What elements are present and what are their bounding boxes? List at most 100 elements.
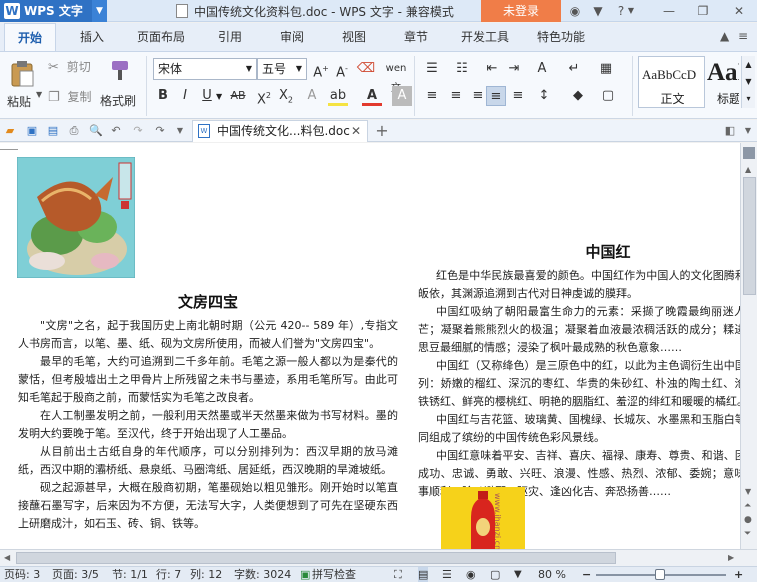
align-right-icon[interactable]: ≡ xyxy=(468,86,488,106)
view-web-icon[interactable]: ◉ xyxy=(466,567,476,582)
sort-icon[interactable]: A xyxy=(532,59,552,79)
vertical-scroll-thumb[interactable] xyxy=(743,177,756,295)
italic-icon[interactable]: I xyxy=(175,86,195,106)
skin-icon[interactable]: ◉ xyxy=(566,2,584,20)
scroll-right-icon[interactable]: ▶ xyxy=(728,553,734,562)
panel-toggle-icon[interactable]: ◧ xyxy=(722,123,738,139)
scroll-left-icon[interactable]: ◀ xyxy=(4,553,10,562)
new-tab-icon[interactable]: + xyxy=(374,123,390,139)
tab-features[interactable]: 特色功能 xyxy=(528,23,594,51)
zoom-dropdown-icon[interactable]: ▼ xyxy=(514,567,522,582)
chevron-down-icon[interactable]: ▼ xyxy=(172,123,188,139)
tab-references[interactable]: 引用 xyxy=(208,23,252,51)
char-shading-icon[interactable]: A xyxy=(392,86,412,106)
document-tab[interactable]: W 中国传统文化...料包.doc ✕ xyxy=(192,120,368,142)
chevron-down-icon[interactable]: ▼ xyxy=(626,2,636,20)
chevron-down-icon[interactable]: ▼ xyxy=(216,92,222,101)
view-full-icon[interactable]: ⛶ xyxy=(394,567,402,582)
tab-home[interactable]: 开始 xyxy=(4,23,56,51)
horizontal-scrollbar[interactable]: ◀ ▶ xyxy=(0,549,757,566)
highlight-icon[interactable]: ab xyxy=(328,86,348,106)
zoom-out-icon[interactable]: − xyxy=(582,567,591,582)
ribbon-collapse-icon[interactable]: ▲ xyxy=(720,29,729,43)
new-icon[interactable]: ▤ xyxy=(45,123,61,139)
align-left-icon[interactable]: ≡ xyxy=(422,86,442,106)
justify-icon[interactable]: ≡ xyxy=(486,86,506,106)
restore-icon[interactable]: ❐ xyxy=(694,2,712,20)
login-button[interactable]: 未登录 xyxy=(481,0,561,22)
prev-page-icon[interactable]: ⏶ xyxy=(744,501,751,511)
font-size-value: 五号 xyxy=(262,62,287,76)
close-icon[interactable]: ✕ xyxy=(730,2,748,20)
redo-dropdown-icon[interactable]: ↷ xyxy=(152,123,168,139)
spellcheck-label[interactable]: 拼写检查 xyxy=(312,567,356,582)
vertical-scrollbar[interactable]: ▲ ▼ ⏶ ● ⏷ xyxy=(740,143,757,549)
borders-icon[interactable]: ▢ xyxy=(598,86,618,106)
shirt-icon[interactable]: ▼ xyxy=(589,2,607,20)
document-page[interactable]: 文房四宝 "文房"之名，起于我国历史上南北朝时期（公元 420-- 589 年）… xyxy=(0,143,740,549)
select-browse-icon[interactable]: ● xyxy=(744,515,752,525)
style-heading1-label: 标题 1 xyxy=(717,92,740,106)
text-effect-icon[interactable]: A xyxy=(302,86,322,106)
undo-icon[interactable]: ↶ xyxy=(108,123,124,139)
spellcheck-icon[interactable]: ▣ xyxy=(300,567,310,582)
decrease-indent-icon[interactable]: ⇤ xyxy=(482,59,502,79)
view-page-icon[interactable]: ▤ xyxy=(418,567,429,582)
tab-section[interactable]: 章节 xyxy=(394,23,438,51)
zoom-in-icon[interactable]: + xyxy=(734,567,743,582)
increase-indent-icon[interactable]: ⇥ xyxy=(504,59,524,79)
distributed-icon[interactable]: ≡ xyxy=(508,86,528,106)
shrink-font-icon[interactable]: A- xyxy=(332,59,352,80)
cut-button[interactable]: ✂ 剪切 xyxy=(48,58,98,78)
phonetic-guide-icon[interactable]: wen 文 xyxy=(382,59,410,94)
scroll-up-icon[interactable]: ▲ xyxy=(745,165,751,174)
font-color-icon[interactable]: A xyxy=(362,86,382,106)
open-icon[interactable]: ▰ xyxy=(2,123,18,139)
tab-insert[interactable]: 插入 xyxy=(68,23,116,51)
superscript-icon[interactable]: X2 xyxy=(254,86,274,107)
line-spacing-icon[interactable]: ↕ xyxy=(534,86,554,106)
bold-icon[interactable]: B xyxy=(153,86,173,106)
copy-button[interactable]: ❐ 复制 xyxy=(48,88,98,108)
view-reading-icon[interactable]: ▢ xyxy=(490,567,500,582)
grow-font-icon[interactable]: A+ xyxy=(311,59,331,80)
chevron-down-icon[interactable]: ▼ xyxy=(36,90,42,99)
strikethrough-icon[interactable]: AB xyxy=(226,86,250,106)
paste-button[interactable]: 粘贴 xyxy=(6,56,38,114)
minimize-icon[interactable]: — xyxy=(660,2,678,20)
style-normal[interactable]: AaBbCcD 正文 xyxy=(638,56,705,108)
tab-review[interactable]: 审阅 xyxy=(270,23,314,51)
redo-icon[interactable]: ↷ xyxy=(130,123,146,139)
chevron-down-icon[interactable]: ▼ xyxy=(740,123,756,139)
bullet-list-icon[interactable]: ☰ xyxy=(422,59,442,79)
zoom-slider-thumb[interactable] xyxy=(654,569,665,580)
shading-icon[interactable]: ◆ xyxy=(568,86,588,106)
font-size-select[interactable]: 五号 ▼ xyxy=(257,58,307,80)
styles-scroll[interactable]: ▲ ▼ ▾ xyxy=(741,56,755,108)
close-tab-icon[interactable]: ✕ xyxy=(351,121,361,142)
underline-icon[interactable]: U xyxy=(197,86,217,106)
ruler-toggle-icon[interactable] xyxy=(743,147,755,159)
horizontal-scroll-thumb[interactable] xyxy=(16,552,616,564)
tab-developer[interactable]: 开发工具 xyxy=(452,23,518,51)
chevron-down-icon[interactable]: ▼ xyxy=(92,0,107,22)
table-grid-icon[interactable]: ▦ xyxy=(596,59,616,79)
scroll-down-icon[interactable]: ▼ xyxy=(745,487,751,496)
font-name-select[interactable]: 宋体 ▼ xyxy=(153,58,257,80)
ribbon-options-icon[interactable]: ≡ xyxy=(738,29,748,43)
tab-page-layout[interactable]: 页面布局 xyxy=(128,23,194,51)
clear-format-icon[interactable]: ⌫ xyxy=(356,59,376,79)
view-outline-icon[interactable]: ☰ xyxy=(442,567,452,582)
align-center-icon[interactable]: ≡ xyxy=(446,86,466,106)
print-preview-icon[interactable]: 🔍 xyxy=(88,123,104,139)
print-icon[interactable]: ⎙ xyxy=(66,123,82,139)
style-heading1[interactable]: AaI 标题 1 xyxy=(706,56,740,108)
format-painter-button[interactable]: 格式刷 xyxy=(100,56,140,114)
next-page-icon[interactable]: ⏷ xyxy=(744,529,751,539)
subscript-icon[interactable]: X2 xyxy=(276,86,296,106)
numbered-list-icon[interactable]: ☷ xyxy=(452,59,472,79)
show-marks-icon[interactable]: ↵ xyxy=(564,59,584,79)
tab-view[interactable]: 视图 xyxy=(332,23,376,51)
wps-app-menu-button[interactable]: W WPS 文字 ▼ xyxy=(0,0,107,22)
save-icon[interactable]: ▣ xyxy=(24,123,40,139)
